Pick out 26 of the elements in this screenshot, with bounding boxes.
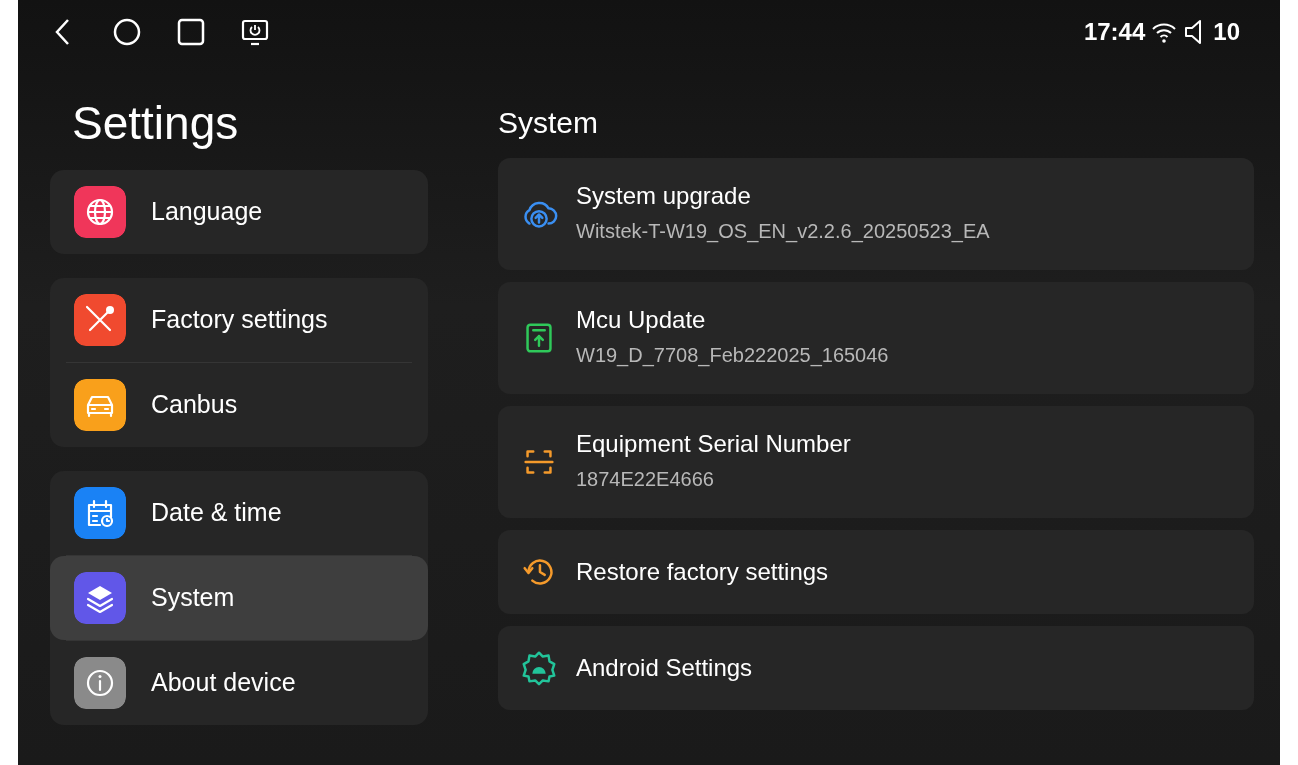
sidebar-item[interactable]: Canbus xyxy=(50,363,428,447)
row-title: Restore factory settings xyxy=(576,557,829,587)
row-title: Android Settings xyxy=(576,653,753,683)
sidebar-item[interactable]: Language xyxy=(50,170,428,254)
sidebar-item[interactable]: System xyxy=(50,556,428,640)
square-icon[interactable] xyxy=(176,17,206,47)
volume-level: 10 xyxy=(1213,17,1240,47)
settings-row[interactable]: Mcu Update W19_D_7708_Feb222025_165046 xyxy=(498,282,1254,394)
screen-power-icon[interactable] xyxy=(240,17,270,47)
sidebar-item[interactable]: About device xyxy=(50,641,428,725)
settings-row[interactable]: Equipment Serial Number 1874E22E4666 xyxy=(498,406,1254,518)
row-subtitle: W19_D_7708_Feb222025_165046 xyxy=(576,343,889,369)
sidebar-item[interactable]: Date & time xyxy=(50,471,428,555)
row-title: System upgrade xyxy=(576,181,752,211)
clock-time: 17:44 xyxy=(1083,17,1146,47)
row-title: Equipment Serial Number xyxy=(576,429,851,459)
home-icon[interactable] xyxy=(112,17,142,47)
row-title: Mcu Update xyxy=(576,305,707,335)
settings-row[interactable]: Restore factory settings xyxy=(498,530,1254,614)
settings-row[interactable]: System upgrade Witstek-T-W19_OS_EN_v2.2.6_20250523_EA xyxy=(498,158,1254,270)
row-subtitle: Witstek-T-W19_OS_EN_v2.2.6_20250523_EA xyxy=(576,219,990,245)
section-title: System xyxy=(498,105,600,141)
sidebar-item[interactable]: Factory settings xyxy=(50,278,428,362)
page-title: Settings xyxy=(71,96,240,151)
settings-row[interactable]: Android Settings xyxy=(498,626,1254,710)
row-subtitle: 1874E22E4666 xyxy=(576,467,715,493)
